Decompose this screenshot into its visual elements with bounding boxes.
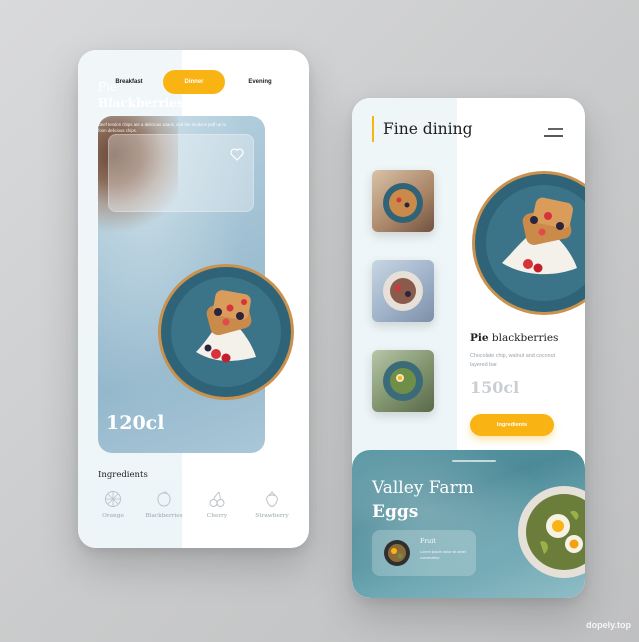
hero-description: Beef tendon chips are a delicious snack,… [98,122,226,133]
featured-dish-image [472,168,585,322]
dish-name-rest: blackberries [488,332,559,344]
tab-dinner[interactable]: Dinner [163,70,225,94]
tab-evening[interactable]: Evening [238,70,282,94]
mini-recipe-desc: Lorem ipsum dolor sit amet consectetur [420,550,466,560]
ingredients-button[interactable]: Ingredients [470,414,554,436]
ingredient-label: Strawberry [255,513,289,519]
dish-thumbnail-3[interactable] [372,350,434,412]
dish-name-bold: Pie [470,332,489,344]
ingredient-orange[interactable]: Orange [88,490,138,519]
page-title: Fine dining [383,120,473,138]
dinner-screen: Breakfast Dinner Evening Pie Blackberrie… [78,50,309,548]
hero-title-line1: Pie [98,80,118,94]
ingredient-label: Cherry [206,513,228,519]
fine-dining-screen: Fine dining Pie blackberries Chocolate c… [352,98,585,598]
mini-dish-image [383,539,411,571]
blackberry-icon [157,491,171,507]
cherry-icon [209,491,225,507]
dish-description: Chocolate chip, walnut and coconut layer… [470,353,556,368]
ingredient-cherry[interactable]: Cherry [192,490,242,519]
card-title-line2: Eggs [372,502,419,522]
dish-name: Pie blackberries [470,332,558,344]
title-accent-bar [372,116,374,142]
strawberry-icon [266,491,278,508]
hero-title-line2: Blackberries [98,96,184,110]
menu-icon[interactable] [544,124,564,143]
heart-icon[interactable] [230,146,244,165]
ingredient-label: Orange [102,513,124,519]
ingredient-blackberries[interactable]: Blackberries [139,490,189,519]
dish-thumbnail-2[interactable] [372,260,434,322]
drag-handle[interactable] [452,460,496,462]
orange-icon [105,491,121,507]
dish-plate-image [156,262,296,406]
watermark: dopely.top [586,620,631,630]
hero-volume: 120cl [106,412,165,434]
card-title-line1: Valley Farm [372,478,474,498]
ingredients-heading: Ingredients [98,470,148,480]
ingredient-strawberry[interactable]: Strawberry [247,490,297,519]
featured-recipe-card[interactable]: Valley Farm Eggs Fruit Lorem ipsum dolor… [352,450,585,598]
dish-thumbnail-1[interactable] [372,170,434,232]
ingredient-label: Blackberries [145,513,183,519]
dish-volume: 150cl [470,378,520,397]
egg-dish-image [514,478,585,582]
mini-recipe-label: Fruit [420,538,436,545]
